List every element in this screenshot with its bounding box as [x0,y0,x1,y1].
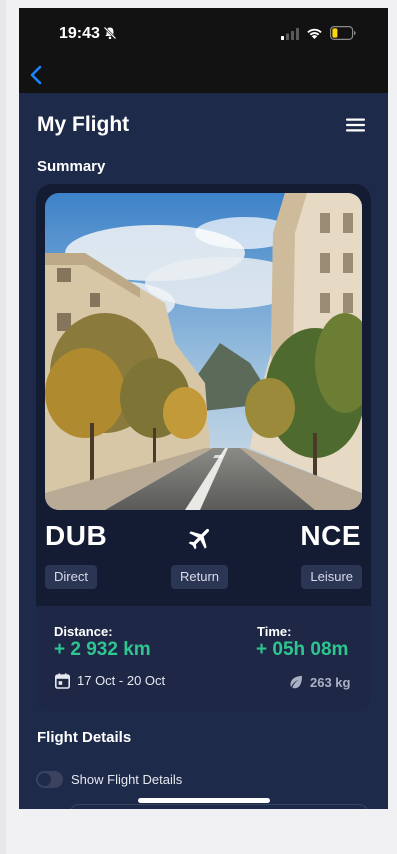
tag-leisure: Leisure [301,565,362,589]
distance-value: + 2 932 km [54,639,151,660]
hamburger-menu-icon[interactable] [346,118,365,132]
show-flight-details-toggle[interactable] [36,771,63,788]
destination-code: NCE [300,520,361,551]
home-indicator[interactable] [138,798,270,803]
window-edge [0,0,6,854]
co2-emissions: 263 kg [310,675,351,690]
flight-stats: Distance: Time: + 2 932 km + 05h 08m 17 … [36,606,371,711]
tag-direct: Direct [45,565,97,589]
cellular-signal-icon [281,28,299,40]
summary-heading: Summary [37,158,106,175]
wifi-icon [307,28,322,39]
time-label: Time: [257,624,292,639]
flight-summary-card[interactable]: DUB NCE Direct Return Leisure Distance: … [36,184,371,711]
leaf-icon [290,676,302,689]
time-value: + 05h 08m [256,639,349,660]
airplane-icon [188,528,210,550]
next-card-outline [69,804,369,809]
trip-dates: 17 Oct - 20 Oct [77,673,166,688]
page-title: My Flight [37,113,130,136]
distance-label: Distance: [54,624,113,639]
show-flight-details-label: Show Flight Details [71,772,183,787]
phone-screen: 19:43 My Flight Summary DUB NCE Direct R… [19,8,388,809]
destination-photo [45,193,362,510]
calendar-icon [55,673,70,689]
status-bar: 19:43 [19,8,388,93]
back-chevron-icon[interactable] [28,64,44,86]
tag-return: Return [171,565,229,589]
origin-code: DUB [45,520,108,551]
toggle-knob [38,773,51,786]
bell-slash-icon [103,26,117,40]
status-time: 19:43 [59,25,100,42]
battery-icon [330,26,356,40]
flight-details-heading: Flight Details [37,729,132,746]
